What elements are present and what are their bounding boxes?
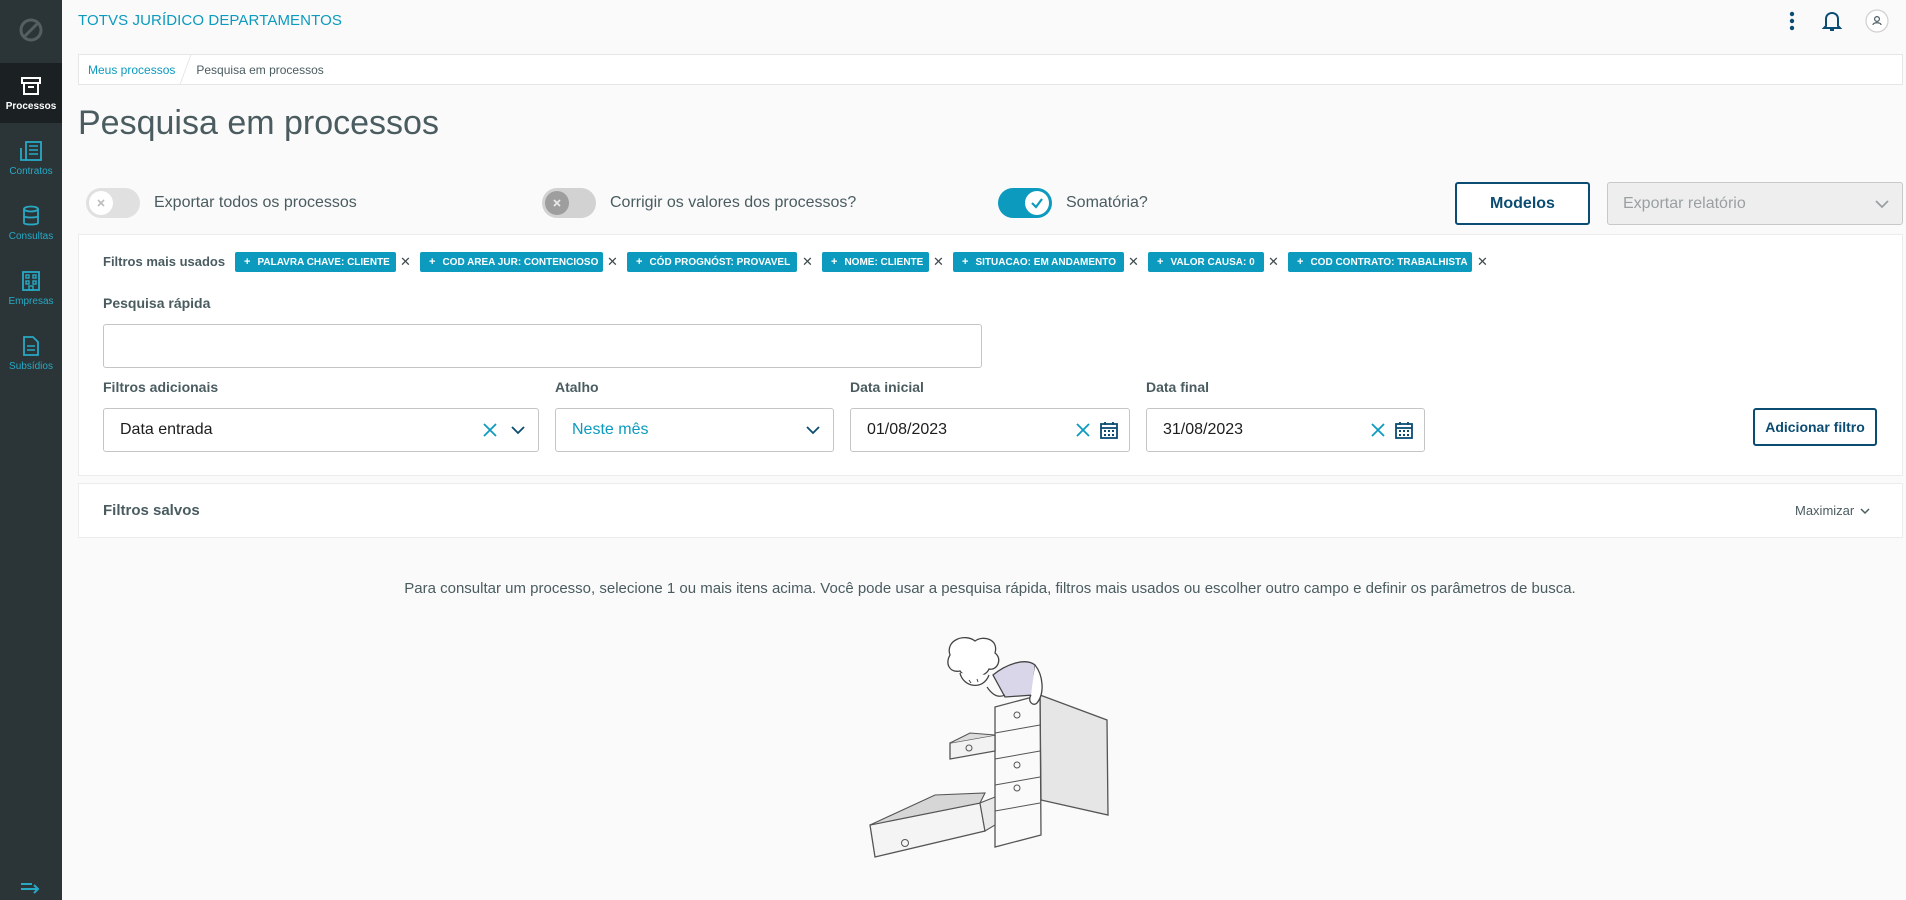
sidebar-item-subsidios[interactable]: Subsídios [0,323,62,383]
app-title: TOTVS JURÍDICO DEPARTAMENTOS [78,12,342,29]
sidebar-item-label: Consultas [8,230,54,242]
clear-icon[interactable] [1370,422,1386,438]
empty-state-illustration [869,637,1109,858]
shortcut-label: Atalho [555,379,599,395]
sidebar-item-processos[interactable]: Processos [0,63,62,123]
quick-search-label: Pesquisa rápida [103,295,211,311]
saved-filters-card [78,483,1903,538]
sum-label: Somatória? [1066,194,1148,211]
export-all-label: Exportar todos os processos [154,194,357,211]
models-button[interactable]: Modelos [1455,182,1590,225]
filter-chip[interactable]: + SITUACAO: EM ANDAMENTO [953,252,1124,272]
start-date-label: Data inicial [850,379,924,395]
chevron-down-icon[interactable] [510,422,526,438]
clear-icon[interactable] [482,422,498,438]
maximize-toggle[interactable]: Maximizar [1795,503,1870,518]
maximize-label: Maximizar [1795,503,1855,518]
remove-chip-icon[interactable]: ✕ [802,254,813,270]
filter-chip-label: NOME: CLIENTE [844,256,924,268]
saved-filters-title: Filtros salvos [103,502,200,519]
filter-chip[interactable]: + COD CONTRATO: TRABALHISTA [1288,252,1472,272]
sidebar: Processos Contratos Consultas Empresas S… [0,0,62,900]
sum-switch[interactable] [998,188,1052,218]
most-used-filters-label: Filtros mais usados [103,254,226,269]
remove-chip-icon[interactable]: ✕ [607,254,618,270]
end-date-value: 31/08/2023 [1163,421,1244,438]
start-date-value: 01/08/2023 [867,421,948,438]
breadcrumb: Meus processos Pesquisa em processos [78,54,1903,85]
app-logo-icon[interactable] [0,0,62,60]
correct-values-label: Corrigir os valores dos processos? [610,194,857,211]
breadcrumb-current: Pesquisa em processos [196,62,324,77]
bell-icon[interactable] [1820,8,1844,34]
remove-chip-icon[interactable]: ✕ [933,254,944,270]
quick-search-input[interactable] [103,324,982,368]
sidebar-item-label: Empresas [8,295,54,307]
contracts-icon [20,140,42,161]
calendar-icon[interactable] [1394,420,1414,440]
database-icon [23,205,39,225]
export-report-select[interactable]: Exportar relatório [1607,182,1903,225]
sidebar-item-contratos[interactable]: Contratos [0,128,62,188]
chevron-down-icon [1875,200,1889,209]
filter-chip-label: PALAVRA CHAVE: CLIENTE [257,256,390,268]
sidebar-item-empresas[interactable]: Empresas [0,258,62,318]
archive-box-icon [21,76,41,95]
filter-chip-label: SITUACAO: EM ANDAMENTO [975,256,1116,268]
add-filter-button[interactable]: Adicionar filtro [1753,408,1877,446]
sidebar-item-consultas[interactable]: Consultas [0,193,62,253]
switch-off-icon [545,191,569,215]
filter-chip[interactable]: + CÓD PROGNÓST: PROVAVEL [627,252,797,272]
additional-filters-value: Data entrada [120,421,213,438]
export-all-switch[interactable] [86,188,140,218]
filter-chip[interactable]: + VALOR CAUSA: 0 [1148,252,1264,272]
additional-filters-select[interactable]: Data entrada [103,408,539,452]
export-report-placeholder: Exportar relatório [1623,194,1746,212]
end-date-label: Data final [1146,379,1210,395]
sidebar-item-label: Contratos [9,165,53,177]
document-icon [23,335,39,356]
collapse-menu-icon[interactable] [20,880,42,894]
page-title: Pesquisa em processos [78,104,439,142]
switch-off-icon [89,191,113,215]
chevron-down-icon [1860,507,1870,514]
remove-chip-icon[interactable]: ✕ [1268,254,1279,270]
user-avatar-icon[interactable] [1864,8,1890,34]
start-date-input[interactable]: 01/08/2023 [850,408,1130,452]
breadcrumb-link-meus-processos[interactable]: Meus processos [88,63,175,77]
chevron-down-icon[interactable] [805,422,821,438]
remove-chip-icon[interactable]: ✕ [1477,254,1488,270]
check-icon [1025,191,1049,215]
filter-chip[interactable]: + PALAVRA CHAVE: CLIENTE [235,252,396,272]
empty-state-hint: Para consultar um processo, selecione 1 … [404,580,1576,597]
filter-chip[interactable]: + NOME: CLIENTE [822,252,929,272]
calendar-icon[interactable] [1099,420,1119,440]
shortcut-select[interactable]: Neste mês [555,408,834,452]
filter-chip-label: VALOR CAUSA: 0 [1170,256,1255,268]
shortcut-value: Neste mês [572,421,649,438]
breadcrumb-separator [179,54,193,85]
clear-icon[interactable] [1075,422,1091,438]
correct-values-switch[interactable] [542,188,596,218]
remove-chip-icon[interactable]: ✕ [1128,254,1139,270]
filter-chip-label: COD AREA JUR: CONTENCIOSO [442,256,599,268]
end-date-input[interactable]: 31/08/2023 [1146,408,1425,452]
filter-chip[interactable]: + COD AREA JUR: CONTENCIOSO [420,252,603,272]
remove-chip-icon[interactable]: ✕ [400,254,411,270]
sidebar-item-label: Processos [5,100,57,112]
additional-filters-label: Filtros adicionais [103,379,219,395]
filter-chip-label: COD CONTRATO: TRABALHISTA [1310,256,1468,268]
building-icon [22,270,40,291]
sidebar-item-label: Subsídios [9,360,53,372]
filter-chip-label: CÓD PROGNÓST: PROVAVEL [649,256,791,268]
more-options-icon[interactable] [1784,8,1800,34]
